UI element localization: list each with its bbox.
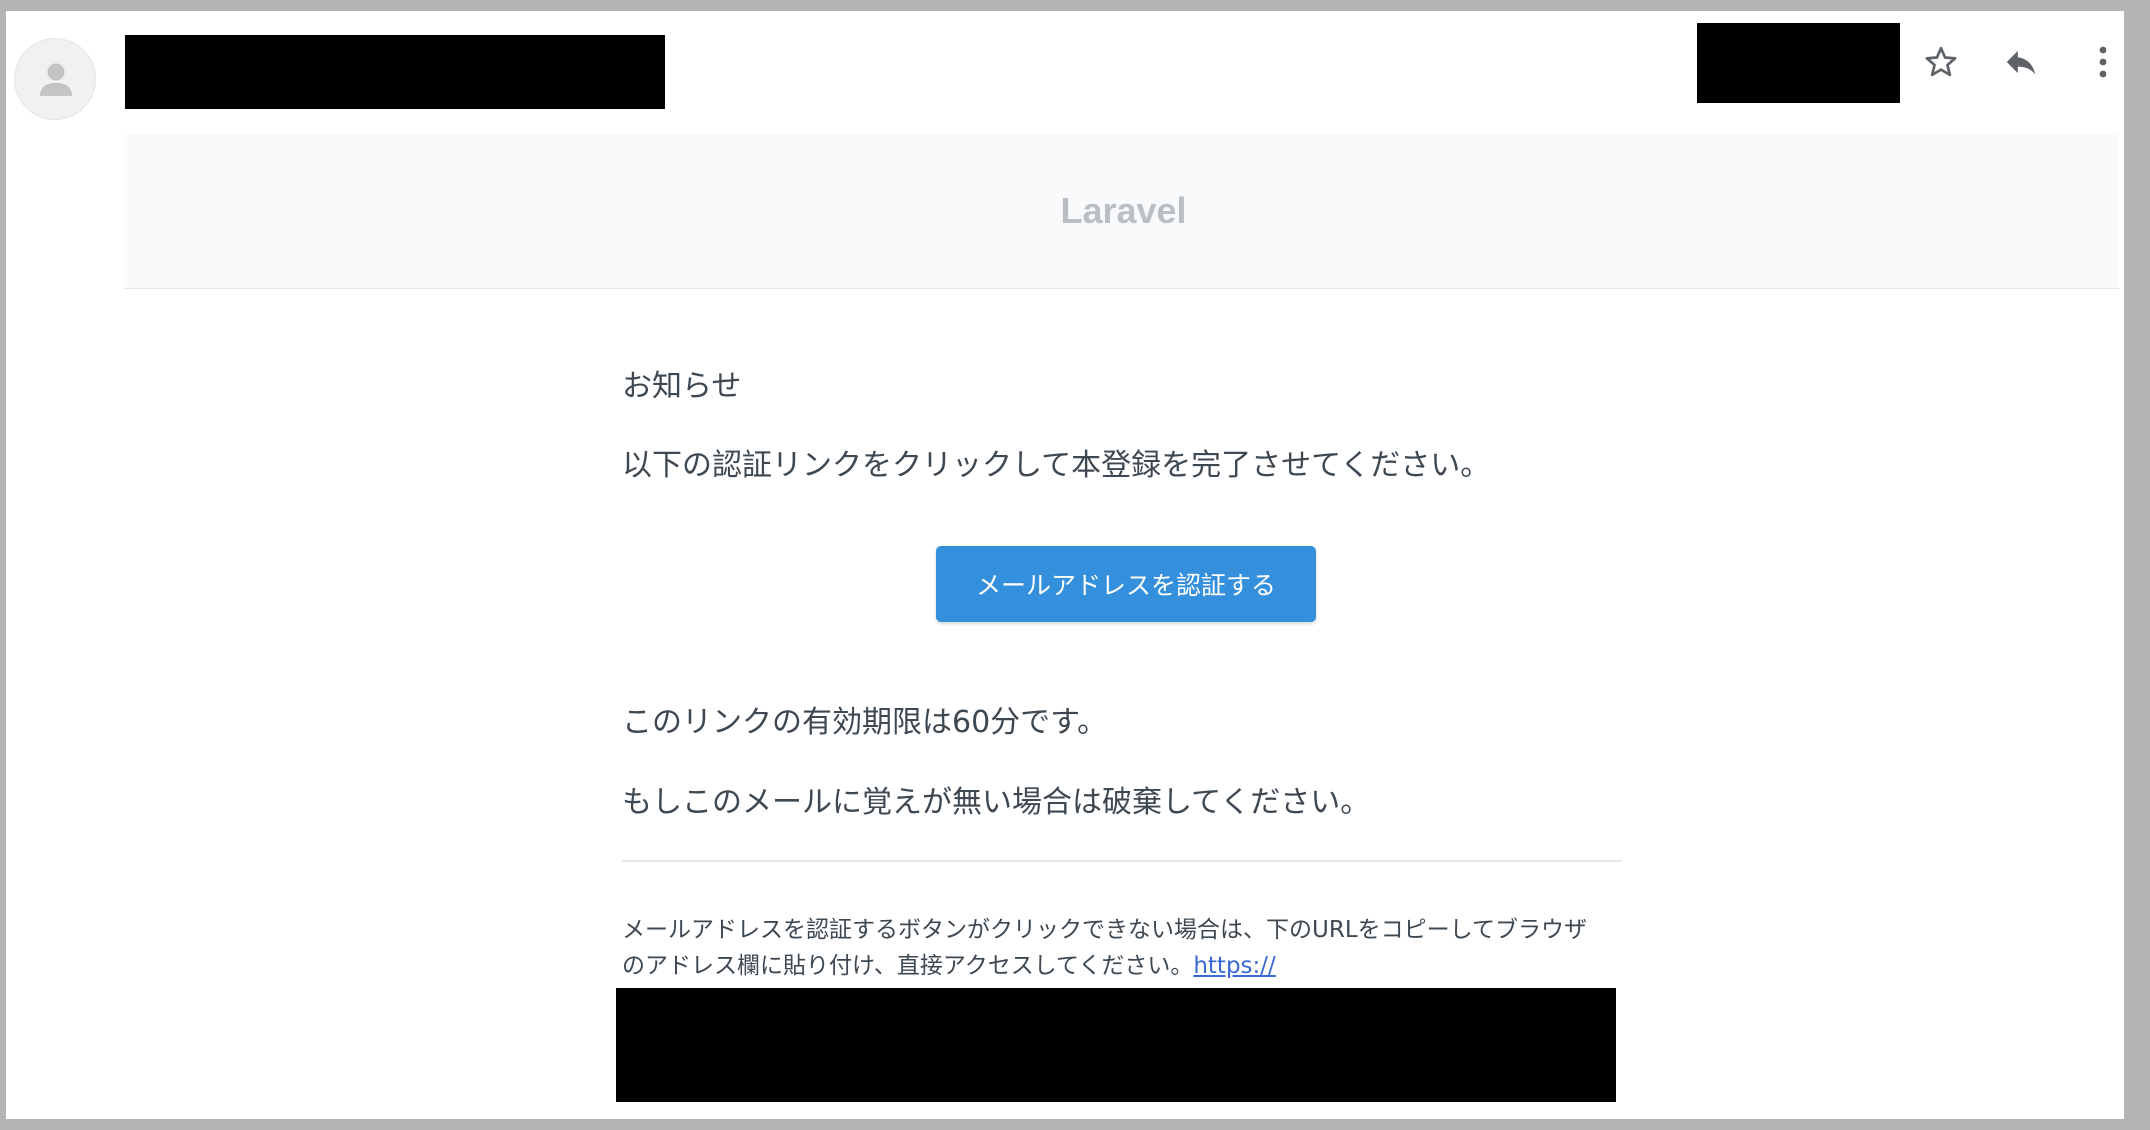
date-redacted xyxy=(1697,23,1900,103)
subcopy-text: のアドレス欄に貼り付け、直接アクセスしてください。 xyxy=(622,953,1194,979)
reply-icon xyxy=(2002,43,2040,85)
email-header: Laravel xyxy=(124,134,2119,289)
sender-avatar xyxy=(14,38,96,120)
verification-url-link[interactable]: https:// xyxy=(1193,953,1275,979)
subcopy-line-2: のアドレス欄に貼り付け、直接アクセスしてください。https:// xyxy=(622,948,1622,984)
more-vert-icon xyxy=(2098,44,2108,84)
more-options-button[interactable] xyxy=(2080,41,2124,87)
star-icon xyxy=(1923,44,1959,84)
brand-link[interactable]: Laravel xyxy=(1060,190,1186,232)
greeting: お知らせ xyxy=(622,369,742,404)
divider xyxy=(622,860,1622,862)
ignore-note: もしこのメールに覚えが無い場合は破棄してください。 xyxy=(622,785,1371,820)
expiry-note: このリンクの有効期限は60分です。 xyxy=(622,705,1108,740)
sender-info-redacted xyxy=(125,35,665,109)
email-view: Laravel お知らせ 以下の認証リンクをクリックして本登録を完了させてくださ… xyxy=(6,11,2124,1119)
intro-text: 以下の認証リンクをクリックして本登録を完了させてください。 xyxy=(622,448,1491,483)
url-redacted xyxy=(616,988,1616,1102)
subcopy: メールアドレスを認証するボタンがクリックできない場合は、下のURLをコピーしてブ… xyxy=(622,912,1622,984)
star-button[interactable] xyxy=(1918,41,1964,87)
subcopy-line-1: メールアドレスを認証するボタンがクリックできない場合は、下のURLをコピーしてブ… xyxy=(622,917,1587,943)
reply-button[interactable] xyxy=(1998,41,2044,87)
verify-email-button[interactable]: メールアドレスを認証する xyxy=(936,546,1316,622)
